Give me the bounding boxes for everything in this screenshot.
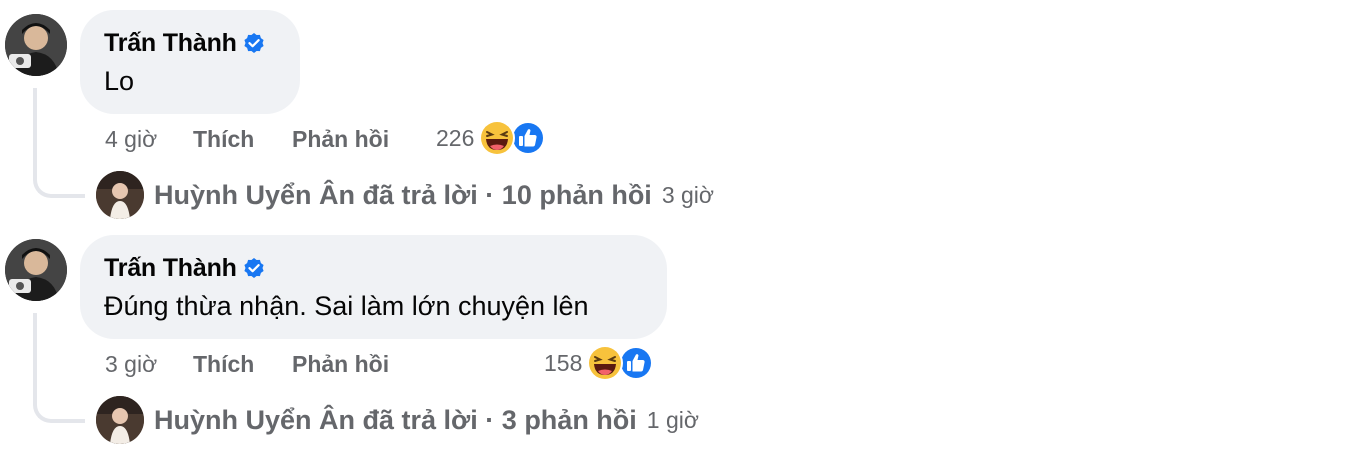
comment-time[interactable]: 4 giờ <box>105 126 193 153</box>
comment-time[interactable]: 3 giờ <box>105 351 193 378</box>
reaction-count: 158 <box>544 349 583 376</box>
haha-icon <box>587 345 624 381</box>
reactions-summary[interactable]: 158 <box>544 343 656 383</box>
reply-avatar <box>96 171 144 219</box>
comment-text: Đúng thừa nhận. Sai làm lớn chuyện lên <box>104 291 589 321</box>
reply-avatar <box>96 396 144 444</box>
comment-text: Lo <box>104 66 135 96</box>
reaction-count: 226 <box>436 124 475 151</box>
reply-count: 10 phản hồi <box>501 179 652 210</box>
separator: · <box>485 179 495 210</box>
reply-button[interactable]: Phản hồi <box>292 351 389 378</box>
view-replies-link[interactable]: Huỳnh Uyển Ân đã trả lời · 10 phản hồi 3… <box>96 170 714 220</box>
view-replies-link[interactable]: Huỳnh Uyển Ân đã trả lời · 3 phản hồi 1 … <box>96 395 699 445</box>
separator: · <box>485 404 495 435</box>
like-button[interactable]: Thích <box>193 351 292 378</box>
reply-action: đã trả lời <box>362 404 478 435</box>
like-button[interactable]: Thích <box>193 126 292 153</box>
verified-badge-icon <box>243 257 265 279</box>
comment-bubble: Trấn Thành Đúng thừa nhận. Sai làm lớn c… <box>80 235 667 339</box>
avatar[interactable] <box>5 239 67 301</box>
comment: Trấn Thành Lo 4 giờ Thích Phản hồi 226 H… <box>0 0 1354 226</box>
comment-actions: 3 giờ Thích Phản hồi <box>105 347 389 381</box>
comment-author[interactable]: Trấn Thành <box>104 254 237 283</box>
comment-bubble: Trấn Thành Lo <box>80 10 300 114</box>
reply-time: 3 giờ <box>661 181 714 208</box>
reply-time: 1 giờ <box>646 406 699 433</box>
avatar[interactable] <box>5 14 67 76</box>
verified-badge-icon <box>243 32 265 54</box>
reactions-summary[interactable]: 226 <box>436 118 548 158</box>
reply-button[interactable]: Phản hồi <box>292 126 389 153</box>
reply-action: đã trả lời <box>362 179 478 210</box>
thread-line <box>33 88 85 198</box>
haha-icon <box>479 120 516 156</box>
comment-author[interactable]: Trấn Thành <box>104 29 237 58</box>
thread-line <box>33 313 85 423</box>
comment-actions: 4 giờ Thích Phản hồi <box>105 122 389 156</box>
replier-name: Huỳnh Uyển Ân <box>154 179 356 210</box>
replier-name: Huỳnh Uyển Ân <box>154 404 356 435</box>
comment: Trấn Thành Đúng thừa nhận. Sai làm lớn c… <box>0 225 1354 451</box>
reply-count: 3 phản hồi <box>501 404 637 435</box>
